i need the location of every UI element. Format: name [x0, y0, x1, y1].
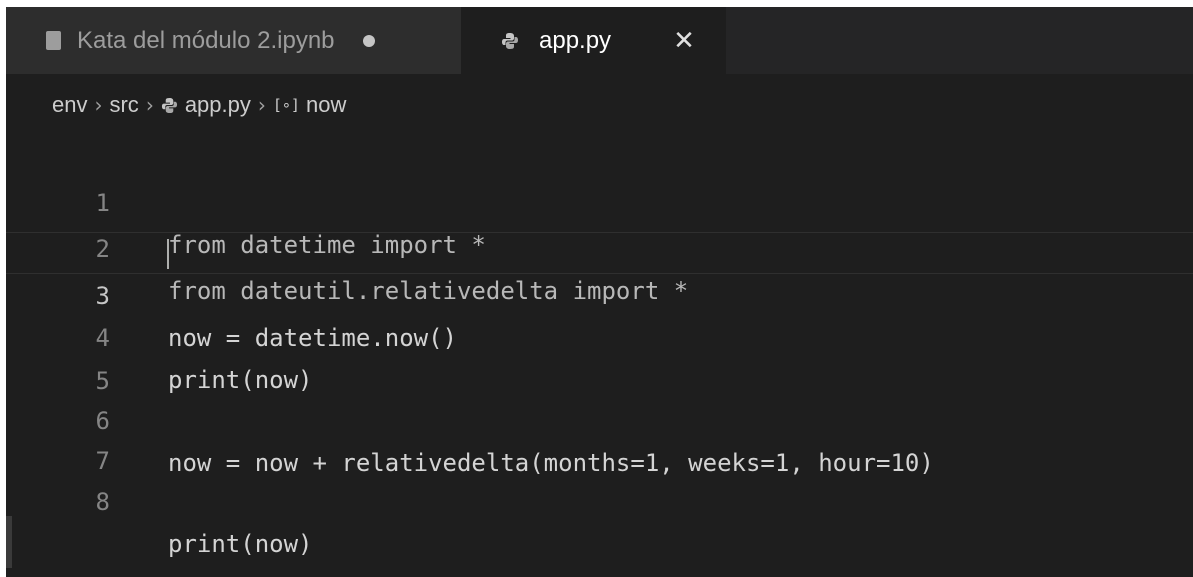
close-tab-icon[interactable]: ✕: [673, 28, 695, 54]
line-number: 8: [95, 488, 110, 516]
breadcrumb-item-app-py[interactable]: app.py: [185, 92, 251, 118]
python-icon: [161, 97, 177, 113]
chevron-right-icon: ›: [94, 93, 103, 117]
text-cursor: [167, 239, 169, 269]
code-line-current[interactable]: 3 now = datetime.now(): [6, 232, 1193, 352]
code-line[interactable]: 2 from dateutil.relativedelta import *: [6, 186, 1193, 305]
unsaved-dot-icon: [362, 34, 375, 47]
chevron-right-icon: ›: [257, 93, 266, 117]
python-icon: [502, 32, 518, 49]
code-line[interactable]: 7: [6, 398, 1193, 475]
tab-label: Kata del módulo 2.ipynb: [77, 26, 335, 54]
chevron-right-icon: ›: [145, 93, 154, 117]
code-line[interactable]: 8 print(now): [6, 439, 1193, 558]
breadcrumb-item-src[interactable]: src: [109, 92, 138, 118]
code-line[interactable]: 6 now = now + relativedelta(months=1, we…: [6, 358, 1193, 477]
breadcrumb: env › src › app.py › [∘] now: [6, 74, 1193, 136]
breadcrumb-item-env[interactable]: env: [52, 92, 87, 118]
code-text: print(now): [168, 530, 313, 558]
tab-app-py[interactable]: app.py ✕: [461, 7, 726, 74]
notebook-icon: [46, 31, 61, 50]
code-line[interactable]: 5: [6, 318, 1193, 395]
tab-bar: Kata del módulo 2.ipynb app.py ✕: [6, 7, 1193, 74]
code-editor[interactable]: 1 from datetime import * 2 from dateutil…: [6, 136, 1193, 577]
breadcrumb-item-now[interactable]: now: [306, 92, 346, 118]
editor-window: Kata del módulo 2.ipynb app.py ✕ env › s…: [6, 7, 1193, 577]
code-line[interactable]: 1 from datetime import *: [6, 140, 1193, 259]
tab-kata-notebook[interactable]: Kata del módulo 2.ipynb: [6, 7, 461, 74]
variable-icon: [∘]: [272, 96, 300, 114]
code-line[interactable]: 4 print(now): [6, 275, 1193, 394]
tab-label: app.py: [539, 26, 612, 54]
